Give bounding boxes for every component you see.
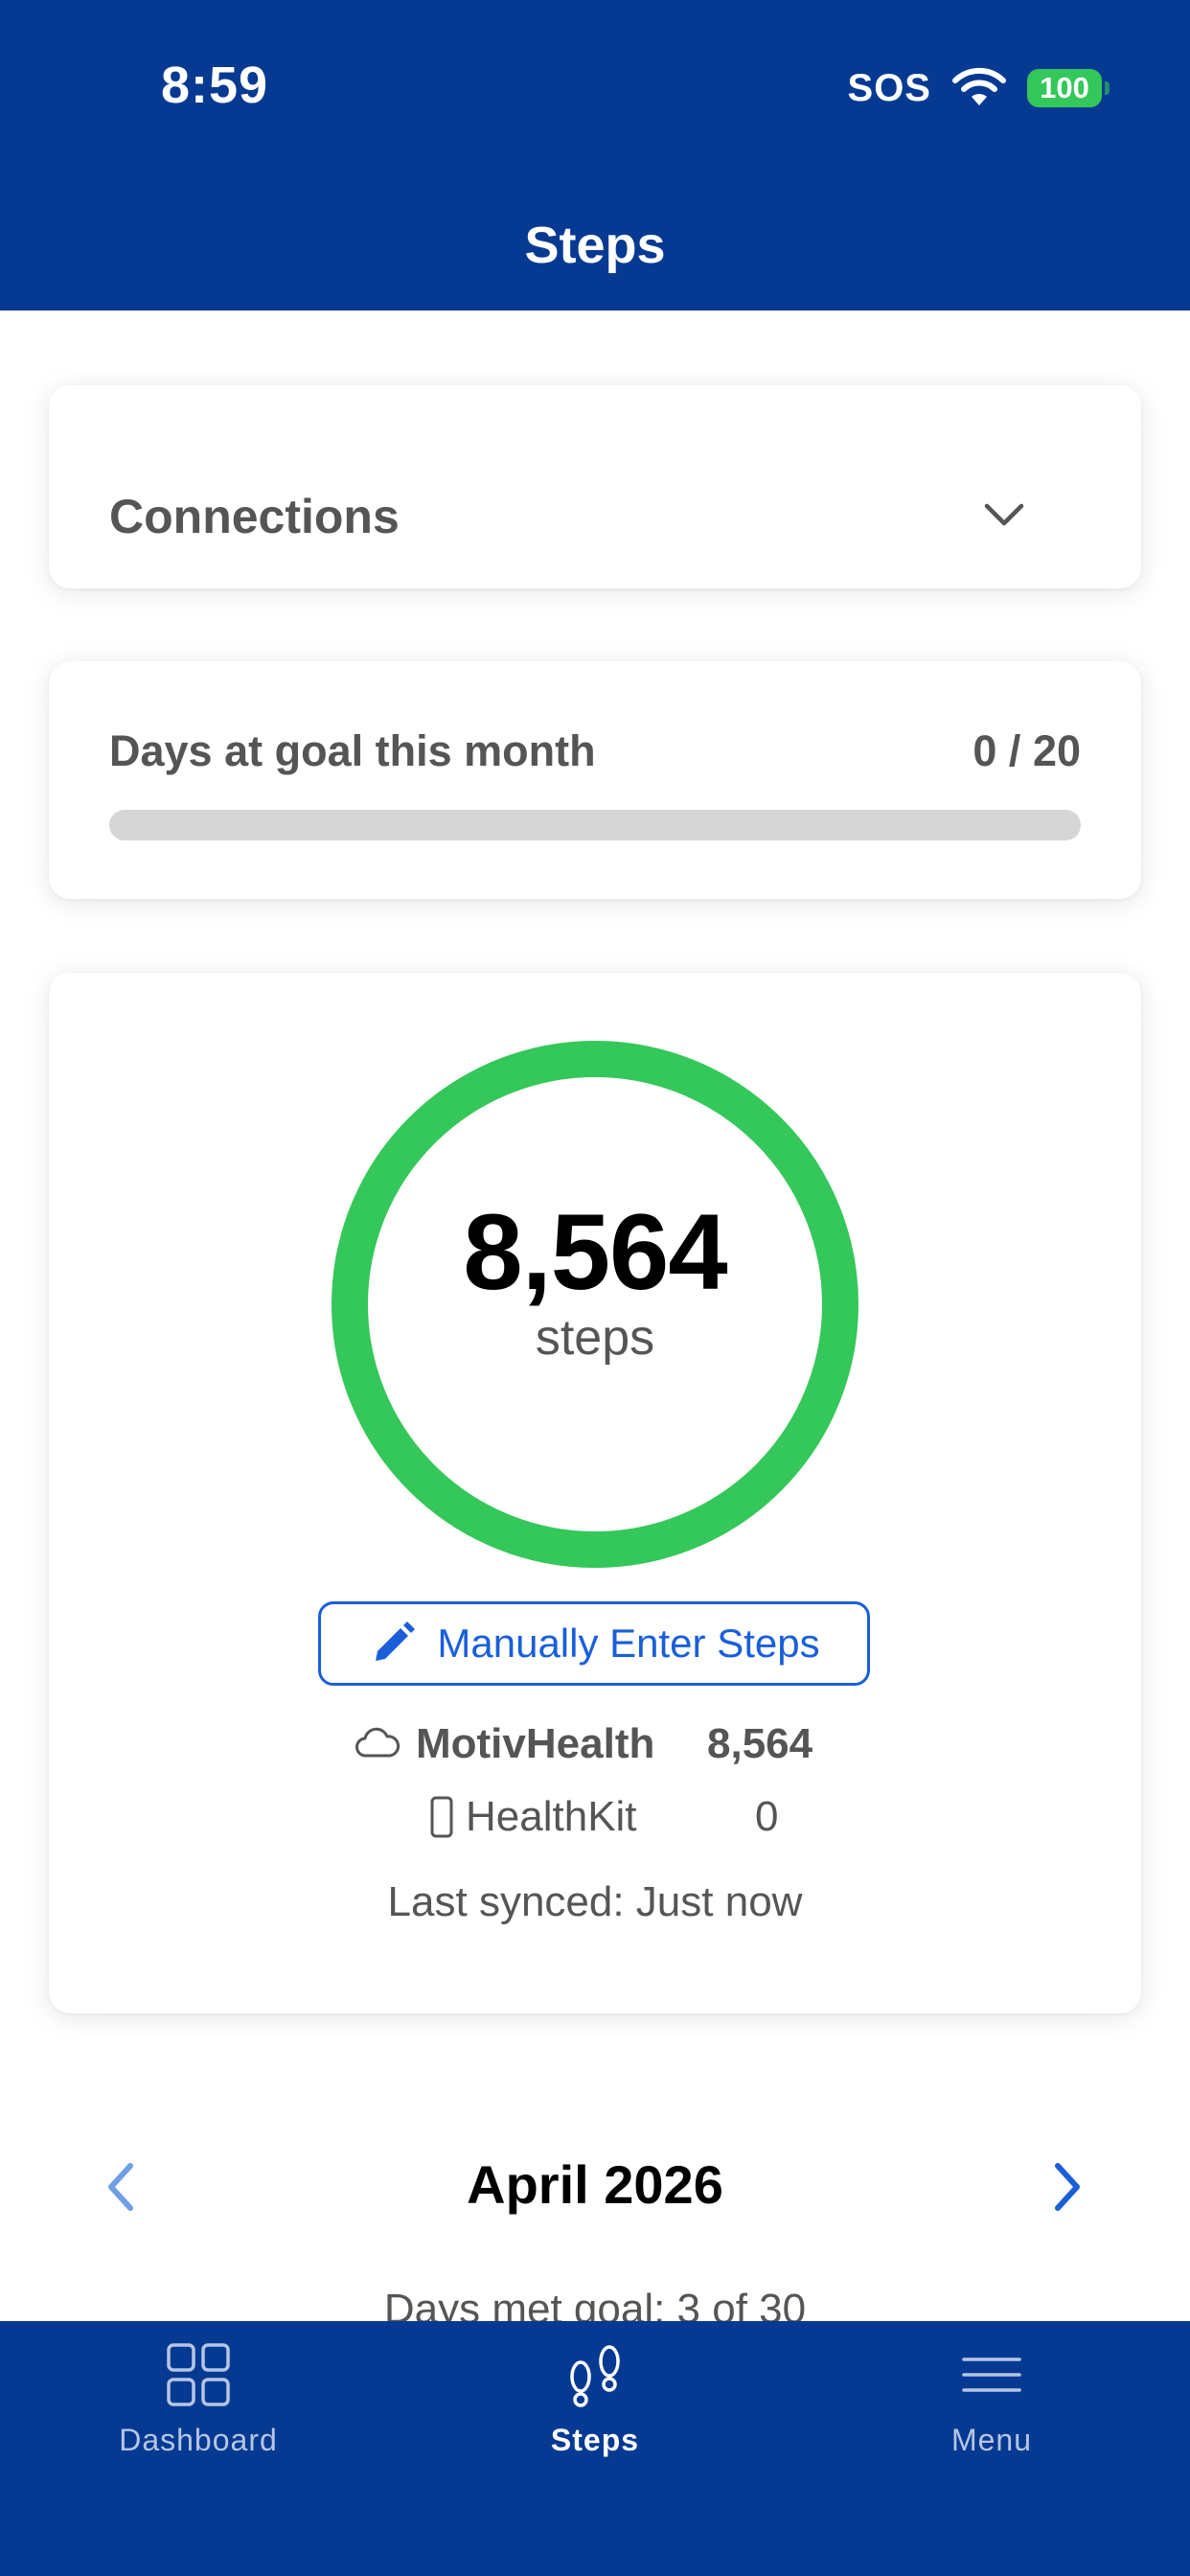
steps-unit: steps [535, 1310, 655, 1366]
source-name: MotivHealth [416, 1720, 655, 1767]
steps-count: 8,564 [463, 1192, 727, 1312]
top-header: 8:59 SOS 100 Steps [0, 0, 1190, 310]
tab-label: Menu [950, 2423, 1033, 2457]
carrier-status: SOS [847, 66, 931, 109]
tab-steps[interactable]: Steps [397, 2321, 793, 2513]
phone-icon [430, 1796, 453, 1838]
month-label: April 2026 [467, 2154, 723, 2215]
pencil-icon [376, 1622, 416, 1661]
manual-enter-steps-label: Manually Enter Steps [437, 1621, 820, 1666]
chevron-down-icon[interactable] [982, 500, 1026, 529]
connections-dropdown[interactable] [49, 385, 1141, 588]
tab-label: Dashboard [119, 2423, 278, 2457]
bottom-tab-bar: Dashboard Steps Menu [0, 2321, 1190, 2576]
tab-dashboard[interactable]: Dashboard [0, 2321, 397, 2513]
wifi-icon [952, 67, 1006, 105]
status-indicators: SOS 100 [847, 59, 1110, 117]
goal-progress-card [49, 661, 1141, 899]
status-time: 8:59 [161, 57, 269, 114]
page-title: Steps [524, 217, 666, 274]
source-row-motivhealth: MotivHealth 8,564 [355, 1715, 834, 1773]
battery-indicator: 100 [1027, 69, 1110, 107]
last-synced-text: Last synced: Just now [387, 1878, 803, 1925]
source-row-healthkit: HealthKit 0 [355, 1788, 834, 1846]
cloud-icon [355, 1727, 400, 1758]
grid-icon [167, 2343, 230, 2406]
source-value: 0 [755, 1793, 779, 1840]
next-month-chevron-icon[interactable] [1048, 2158, 1087, 2216]
goal-progress-bar [109, 810, 1081, 840]
connections-label: Connections [109, 490, 400, 543]
goal-count: 0 / 20 [973, 726, 1081, 775]
manual-enter-steps-button[interactable]: Manually Enter Steps [318, 1601, 870, 1686]
goal-label: Days at goal this month [109, 726, 596, 775]
source-name: HealthKit [466, 1793, 637, 1840]
footprints-icon [570, 2345, 620, 2407]
menu-icon [962, 2358, 1021, 2392]
source-value: 8,564 [707, 1720, 813, 1767]
tab-menu[interactable]: Menu [793, 2321, 1190, 2513]
tab-label: Steps [550, 2423, 640, 2457]
